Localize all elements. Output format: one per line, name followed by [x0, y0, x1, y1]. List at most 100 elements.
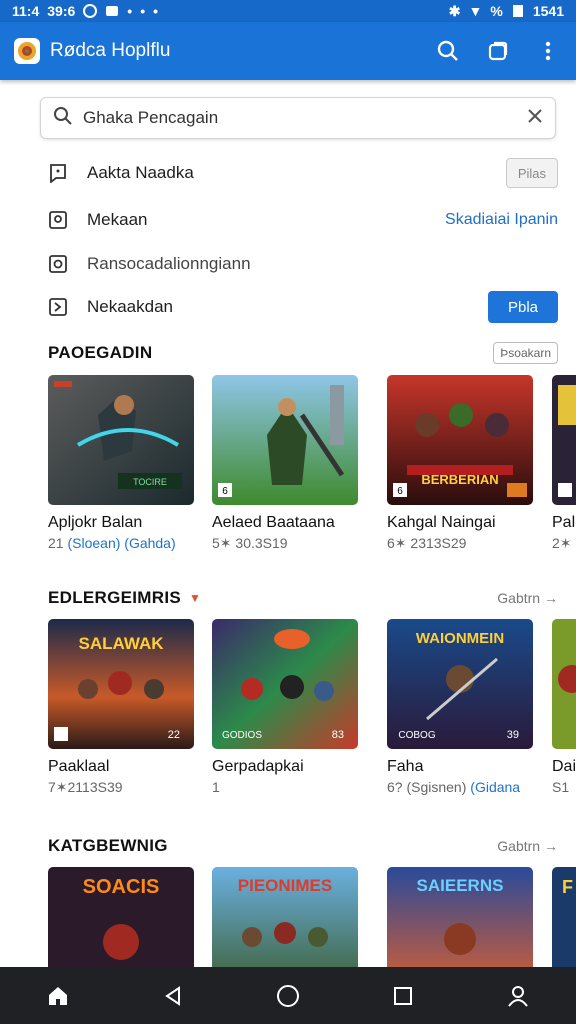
- app-thumbnail[interactable]: [552, 375, 576, 505]
- more-vert-icon[interactable]: [534, 37, 562, 65]
- dot-icon: •: [153, 3, 158, 19]
- app-title: Dai: [552, 758, 576, 775]
- app-card[interactable]: PIEONIMES: [212, 867, 360, 967]
- home-circle-icon[interactable]: [268, 976, 308, 1016]
- thumb-caption: SALAWAK: [79, 634, 165, 653]
- app-thumbnail[interactable]: [552, 619, 576, 749]
- card-row: SOACIS PIEONIMES SAIEERNS F: [48, 867, 576, 967]
- app-logo-icon: [14, 38, 40, 64]
- dot-icon: •: [140, 3, 146, 19]
- close-icon[interactable]: [527, 108, 543, 129]
- home-icon[interactable]: [38, 976, 78, 1016]
- section-see-all[interactable]: Þsoakarn: [493, 342, 558, 364]
- dot-icon: •: [127, 3, 133, 19]
- app-card[interactable]: 6 Aelaed Baataana 5✶ 30.3S19: [212, 375, 360, 552]
- section-header: PAOEGADIN Þsoakarn: [48, 340, 576, 366]
- app-thumbnail[interactable]: SALAWAK 22: [48, 619, 194, 749]
- app-title: Apljokr Balan: [48, 514, 143, 531]
- app-thumbnail[interactable]: BERBERIAN 6: [387, 375, 533, 505]
- app-meta: 7✶2113S39: [48, 779, 196, 796]
- app-meta-highlight: (Gidana: [470, 779, 521, 795]
- svg-text:F: F: [562, 877, 573, 897]
- app-meta: S1: [552, 779, 576, 795]
- menu-action-button[interactable]: Pbla: [488, 291, 558, 323]
- app-card[interactable]: SOACIS: [48, 867, 196, 967]
- thumb-caption: SOACIS: [83, 876, 160, 898]
- section-see-all[interactable]: Gabtrn →: [497, 590, 558, 606]
- menu-item-3[interactable]: Nekaakdan Pbla: [48, 291, 558, 323]
- status-time-right: 1541: [532, 3, 564, 19]
- flag-icon: [48, 297, 68, 317]
- search-box[interactable]: [40, 97, 556, 139]
- caret-down-icon: ▼: [189, 591, 202, 605]
- app-card[interactable]: BERBERIAN 6 Kahgal Naingai 6✶ 2313S29: [387, 375, 535, 552]
- app-card[interactable]: F: [552, 867, 576, 967]
- card-row: SALAWAK 22 Paaklaal 7✶2113S39 GODIOS 83 …: [48, 619, 576, 819]
- app-title: Kahgal Naingai: [387, 514, 496, 531]
- location-icon: [48, 210, 68, 230]
- thumb-caption: SAIEERNS: [417, 876, 504, 895]
- app-meta-text: 7✶2113S39: [48, 779, 123, 795]
- app-thumbnail[interactable]: GODIOS 83: [212, 619, 358, 749]
- battery-icon: %: [490, 3, 503, 19]
- menu-item-0[interactable]: Aakta Naadka Pilas: [48, 157, 558, 189]
- search-icon[interactable]: [434, 37, 462, 65]
- menu-action-link[interactable]: Skadiaiai Ipanin: [445, 211, 558, 229]
- app-title: Faha: [387, 758, 424, 775]
- clock-icon: [83, 4, 98, 18]
- app-thumbnail[interactable]: TOCIRE: [48, 375, 194, 505]
- search-input[interactable]: [83, 108, 527, 128]
- app-thumbnail[interactable]: PIEONIMES: [212, 867, 358, 967]
- status-text: 39:6: [47, 3, 76, 19]
- app-meta-text: 5✶ 30.3S19: [212, 535, 288, 551]
- thumb-caption: PIEONIMES: [238, 876, 332, 895]
- back-icon[interactable]: [153, 976, 193, 1016]
- app-card[interactable]: TOCIRE Apljokr Balan 21 (Sloean) (Gahda): [48, 375, 196, 551]
- app-meta-text: 6✶ 2313S29: [387, 535, 467, 551]
- target-icon: [48, 254, 68, 274]
- app-card[interactable]: GODIOS 83 Gerpadapkai 1: [212, 619, 360, 795]
- app-meta-text: S1: [552, 779, 570, 795]
- app-thumbnail[interactable]: F: [552, 867, 576, 967]
- menu-action-button[interactable]: Pilas: [505, 158, 558, 188]
- message-icon: [48, 163, 68, 183]
- thumb-badge: 22: [168, 729, 180, 741]
- bluetooth-icon: ✱: [448, 2, 461, 19]
- app-meta-text: 2✶: [552, 535, 572, 551]
- menu-item-label: Aakta Naadka: [87, 163, 194, 182]
- app-thumbnail[interactable]: SAIEERNS: [387, 867, 533, 967]
- menu-item-label: Ransocadalionngiann: [87, 254, 251, 273]
- app-meta: 6✶ 2313S29: [387, 535, 535, 552]
- section-see-all[interactable]: Gabtrn →: [497, 838, 558, 854]
- app-title: Aelaed Baataana: [212, 514, 335, 531]
- section-title: PAOEGADIN: [48, 343, 153, 362]
- recents-icon[interactable]: [383, 976, 423, 1016]
- card-row: TOCIRE Apljokr Balan 21 (Sloean) (Gahda)…: [48, 375, 576, 575]
- menu-item-2[interactable]: Ransocadalionngiann: [48, 248, 558, 280]
- app-thumbnail[interactable]: 6: [212, 375, 358, 505]
- app-meta-text: 21: [48, 535, 68, 551]
- menu-item-label: Nekaakdan: [87, 297, 174, 316]
- app-card[interactable]: Pal 2✶: [552, 375, 576, 552]
- mail-icon: [105, 4, 119, 18]
- account-icon[interactable]: [498, 976, 538, 1016]
- app-card[interactable]: SAIEERNS: [387, 867, 535, 967]
- app-title: Gerpadapkai: [212, 758, 304, 775]
- section-header: EDLERGEIMRIS ▼ Gabtrn →: [48, 585, 576, 611]
- tabs-icon[interactable]: [484, 37, 512, 65]
- app-card[interactable]: SALAWAK 22 Paaklaal 7✶2113S39: [48, 619, 196, 796]
- thumb-badge: 83: [332, 729, 344, 741]
- app-meta: 21 (Sloean) (Gahda): [48, 535, 196, 551]
- app-card[interactable]: Dai S1: [552, 619, 576, 795]
- thumb-badge: 39: [507, 729, 519, 741]
- search-icon: [53, 106, 73, 131]
- app-thumbnail[interactable]: SOACIS: [48, 867, 194, 967]
- status-bar: 11:4 39:6 • • • ✱ ▼ % 1541: [0, 0, 576, 22]
- section-header: KATGBEWNIG Gabtrn →: [48, 833, 576, 859]
- app-thumbnail[interactable]: WAIONMEIN COBOG 39: [387, 619, 533, 749]
- menu-item-1[interactable]: Mekaan Skadiaiai Ipanin: [48, 204, 558, 236]
- app-card[interactable]: WAIONMEIN COBOG 39 Faha 6? (Sgisnen) (Gi…: [387, 619, 535, 795]
- app-meta: 5✶ 30.3S19: [212, 535, 360, 552]
- svg-text:GODIOS: GODIOS: [222, 730, 262, 741]
- app-meta-text: 1: [212, 779, 220, 795]
